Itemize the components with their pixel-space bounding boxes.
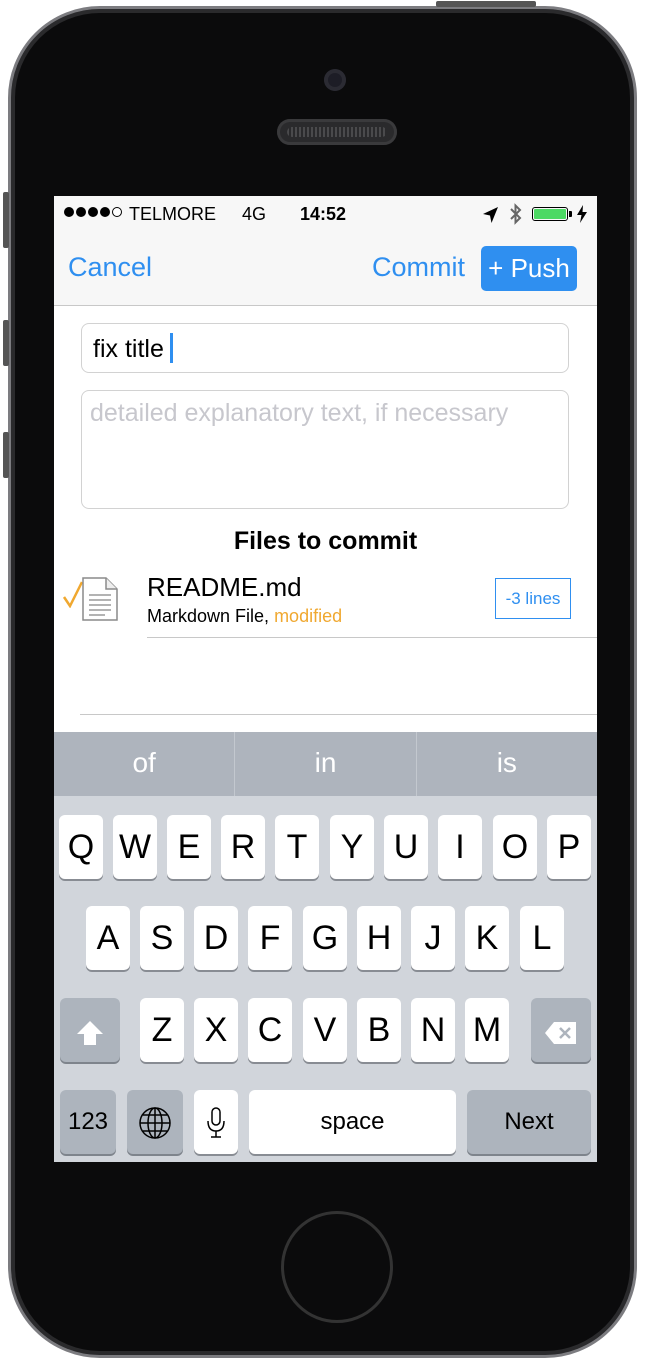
screen: TELMORE 4G 14:52 Cancel Commit + Push fi…	[54, 196, 597, 1162]
key-n[interactable]: N	[411, 998, 455, 1062]
key-p[interactable]: P	[547, 815, 591, 879]
key-q[interactable]: Q	[59, 815, 103, 879]
key-t[interactable]: T	[275, 815, 319, 879]
file-status: modified	[274, 606, 343, 626]
suggestion-is[interactable]: is	[417, 732, 597, 796]
key-i[interactable]: I	[438, 815, 482, 879]
next-key[interactable]: Next	[467, 1090, 591, 1154]
diff-lines-badge[interactable]: -3 lines	[495, 578, 571, 619]
key-b[interactable]: B	[357, 998, 401, 1062]
commit-button[interactable]: Commit	[372, 252, 465, 283]
commit-title-input[interactable]: fix title	[81, 323, 569, 373]
clock: 14:52	[300, 204, 347, 224]
navigation-bar: Cancel Commit + Push	[54, 234, 597, 306]
charging-bolt-icon	[576, 205, 588, 228]
space-key[interactable]: space	[249, 1090, 456, 1154]
keyboard: Q W E R T Y U I O P A S D F G H J K L Z …	[54, 796, 597, 1162]
suggestion-of[interactable]: of	[54, 732, 236, 796]
file-type: Markdown File,	[147, 606, 270, 626]
key-l[interactable]: L	[520, 906, 564, 970]
key-o[interactable]: O	[493, 815, 537, 879]
commit-title-value: fix title	[93, 335, 164, 363]
globe-icon	[138, 1103, 172, 1141]
description-placeholder: detailed explanatory text, if necessary	[90, 399, 509, 427]
files-to-commit-heading: Files to commit	[233, 527, 418, 555]
earpiece-speaker	[277, 119, 397, 145]
key-c[interactable]: C	[248, 998, 292, 1062]
signal-strength-icon	[64, 207, 122, 217]
suggestion-in[interactable]: in	[235, 732, 417, 796]
key-d[interactable]: D	[194, 906, 238, 970]
document-icon	[81, 576, 119, 627]
backspace-icon	[543, 1011, 579, 1049]
text-cursor	[169, 333, 173, 363]
front-camera	[324, 69, 346, 91]
battery-icon	[532, 207, 572, 221]
key-u[interactable]: U	[384, 815, 428, 879]
key-g[interactable]: G	[303, 906, 347, 970]
volume-down-button	[3, 432, 9, 478]
power-button	[436, 1, 536, 7]
volume-up-button	[3, 320, 9, 366]
microphone-key[interactable]	[194, 1090, 238, 1154]
key-h[interactable]: H	[357, 906, 401, 970]
shift-key[interactable]	[60, 998, 120, 1062]
key-r[interactable]: R	[221, 815, 265, 879]
network-type: 4G	[242, 204, 267, 224]
backspace-key[interactable]	[531, 998, 591, 1062]
numbers-key[interactable]: 123	[60, 1090, 116, 1154]
status-bar: TELMORE 4G 14:52	[54, 196, 597, 234]
shift-icon	[75, 1011, 105, 1049]
key-w[interactable]: W	[113, 815, 157, 879]
carrier-name: TELMORE	[129, 204, 217, 224]
key-y[interactable]: Y	[330, 815, 374, 879]
home-button[interactable]	[281, 1211, 393, 1323]
location-arrow-icon	[482, 206, 500, 229]
cancel-button[interactable]: Cancel	[68, 252, 152, 283]
key-v[interactable]: V	[303, 998, 347, 1062]
mute-switch	[3, 192, 9, 248]
divider	[80, 714, 597, 715]
file-subtitle: Markdown File, modified	[147, 606, 342, 627]
microphone-icon	[205, 1103, 227, 1141]
commit-description-input[interactable]: detailed explanatory text, if necessary	[81, 390, 569, 509]
push-button[interactable]: + Push	[481, 246, 577, 291]
divider	[147, 637, 597, 638]
key-k[interactable]: K	[465, 906, 509, 970]
predictive-bar: of in is	[54, 732, 597, 796]
key-x[interactable]: X	[194, 998, 238, 1062]
key-s[interactable]: S	[140, 906, 184, 970]
globe-key[interactable]	[127, 1090, 183, 1154]
bluetooth-icon	[508, 203, 524, 230]
key-j[interactable]: J	[411, 906, 455, 970]
key-m[interactable]: M	[465, 998, 509, 1062]
key-z[interactable]: Z	[140, 998, 184, 1062]
key-e[interactable]: E	[167, 815, 211, 879]
key-f[interactable]: F	[248, 906, 292, 970]
key-a[interactable]: A	[86, 906, 130, 970]
file-name[interactable]: README.md	[147, 572, 302, 603]
